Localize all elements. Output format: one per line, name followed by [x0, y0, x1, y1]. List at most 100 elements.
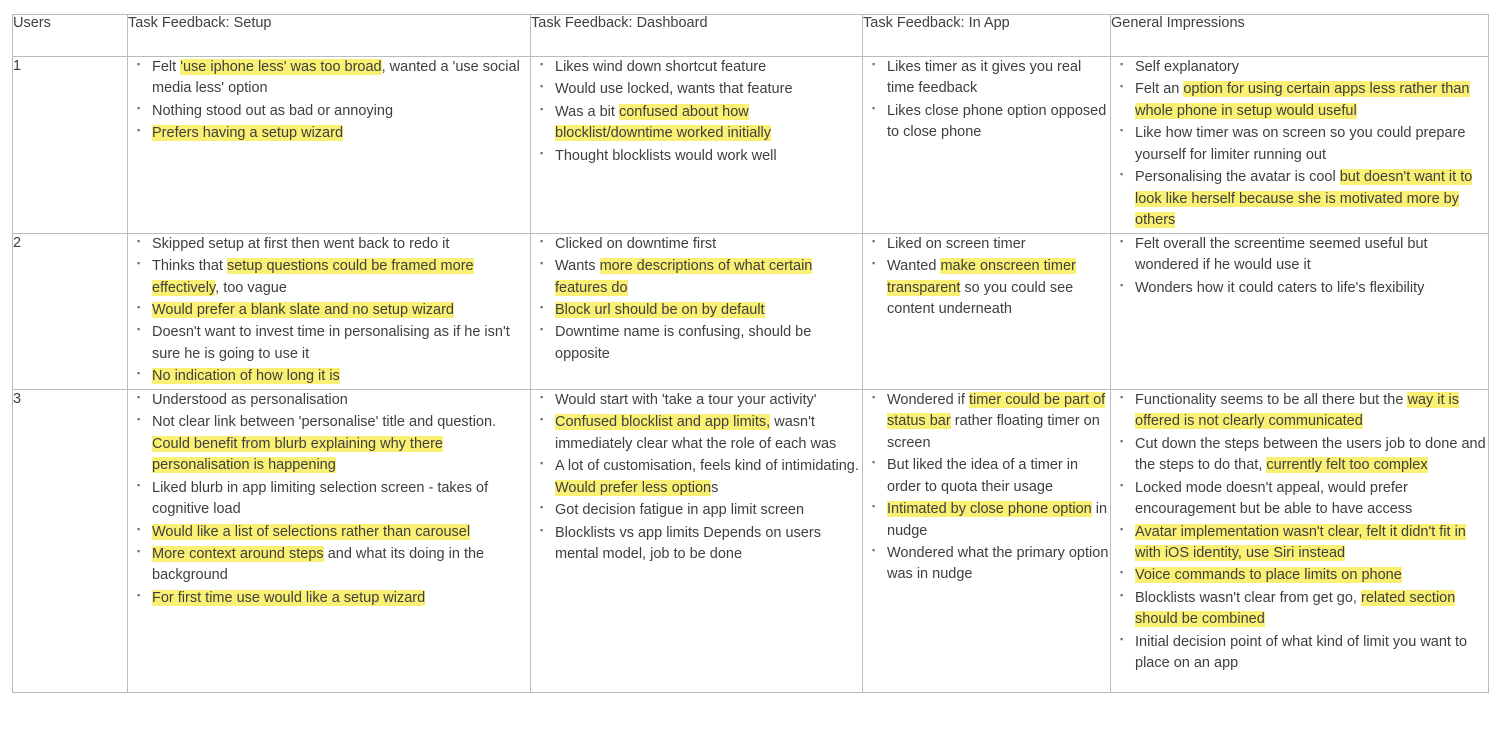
feedback-bullet: Cut down the steps between the users job…: [1120, 433, 1488, 477]
feedback-bullet: More context around steps and what its d…: [137, 543, 530, 587]
highlighted-text: Could benefit from blurb explaining why …: [152, 435, 443, 474]
feedback-list: Functionality seems to be all there but …: [1111, 389, 1488, 675]
feedback-bullet: Wondered what the primary option was in …: [872, 542, 1110, 586]
feedback-bullet: Not clear link between 'personalise' tit…: [137, 411, 530, 476]
feedback-bullet: Avatar implementation wasn't clear, felt…: [1120, 521, 1488, 565]
feedback-bullet: Likes close phone option opposed to clos…: [872, 100, 1110, 144]
feedback-cell-dashboard: Would start with 'take a tour your activ…: [530, 389, 863, 693]
table-header: Users Task Feedback: Setup Task Feedback…: [12, 14, 1489, 57]
feedback-bullet: Downtime name is confusing, should be op…: [540, 321, 862, 365]
feedback-cell-setup: Skipped setup at first then went back to…: [127, 233, 531, 390]
feedback-bullet: Felt an option for using certain apps le…: [1120, 78, 1488, 122]
feedback-bullet: Thought blocklists would work well: [540, 145, 862, 167]
feedback-bullet: Intimated by close phone option in nudge: [872, 498, 1110, 542]
highlighted-text: make onscreen timer transparent: [887, 258, 1076, 296]
feedback-bullet: Liked on screen timer: [872, 233, 1110, 255]
feedback-bullet: Locked mode doesn't appeal, would prefer…: [1120, 477, 1488, 521]
highlighted-text: Confused blocklist and app limits,: [555, 414, 771, 431]
highlighted-text: but doesn't want it to look like herself…: [1135, 169, 1473, 229]
highlighted-text: Would like a list of selections rather t…: [152, 523, 471, 540]
user-number-cell: 3: [12, 388, 128, 693]
feedback-bullet: Likes wind down shortcut feature: [540, 56, 862, 78]
feedback-cell-in-app: Liked on screen timerWanted make onscree…: [862, 233, 1111, 390]
user-feedback-table: Users Task Feedback: Setup Task Feedback…: [12, 14, 1489, 693]
feedback-bullet: Was a bit confused about how blocklist/d…: [540, 101, 862, 145]
table-body: 1Felt 'use iphone less' was too broad, w…: [12, 56, 1489, 693]
highlighted-text: Avatar implementation wasn't clear, felt…: [1135, 523, 1466, 561]
highlighted-text: more descriptions of what certain featur…: [555, 258, 813, 296]
feedback-bullet: Doesn't want to invest time in personali…: [137, 321, 530, 365]
column-header-dashboard: Task Feedback: Dashboard: [530, 14, 863, 57]
feedback-bullet: Voice commands to place limits on phone: [1120, 564, 1488, 586]
highlighted-text: Block url should be on by default: [555, 301, 765, 318]
feedback-bullet: Wonders how it could caters to life's fl…: [1120, 277, 1488, 299]
feedback-bullet: Functionality seems to be all there but …: [1120, 389, 1488, 433]
feedback-bullet: Block url should be on by default: [540, 299, 862, 321]
feedback-list: Would start with 'take a tour your activ…: [531, 389, 862, 566]
highlighted-text: Would prefer less option: [555, 479, 712, 496]
feedback-bullet: Likes timer as it gives you real time fe…: [872, 56, 1110, 100]
feedback-list: Self explanatoryFelt an option for using…: [1111, 56, 1488, 232]
feedback-cell-general-impressions: Felt overall the screentime seemed usefu…: [1110, 232, 1489, 390]
highlighted-text: 'use iphone less' was too broad: [180, 59, 382, 75]
feedback-bullet: Felt 'use iphone less' was too broad, wa…: [137, 56, 530, 100]
feedback-bullet: Confused blocklist and app limits, wasn'…: [540, 411, 862, 455]
table-header-row: Users Task Feedback: Setup Task Feedback…: [12, 14, 1489, 57]
highlighted-text: currently felt too complex: [1266, 457, 1428, 474]
feedback-cell-in-app: Wondered if timer could be part of statu…: [862, 389, 1111, 693]
feedback-bullet: Wants more descriptions of what certain …: [540, 255, 862, 299]
feedback-list: Felt 'use iphone less' was too broad, wa…: [128, 56, 530, 145]
feedback-list: Felt overall the screentime seemed usefu…: [1111, 233, 1488, 299]
feedback-bullet: Nothing stood out as bad or annoying: [137, 100, 530, 122]
feedback-bullet: Would like a list of selections rather t…: [137, 520, 530, 543]
highlighted-text: setup questions could be framed more eff…: [152, 258, 474, 296]
highlighted-text: confused about how blocklist/downtime wo…: [555, 103, 771, 142]
feedback-list: Likes timer as it gives you real time fe…: [863, 56, 1110, 144]
feedback-bullet: Understood as personalisation: [137, 389, 530, 411]
highlighted-text: For first time use would like a setup wi…: [152, 589, 426, 606]
feedback-cell-setup: Felt 'use iphone less' was too broad, wa…: [127, 56, 531, 234]
highlighted-text: More context around steps: [152, 545, 324, 562]
highlighted-text: Intimated by close phone option: [887, 501, 1092, 518]
feedback-bullet: Would use locked, wants that feature: [540, 78, 862, 100]
column-header-users: Users: [12, 14, 128, 57]
highlighted-text: No indication of how long it is: [152, 368, 340, 385]
feedback-bullet: Wondered if timer could be part of statu…: [872, 389, 1110, 454]
feedback-bullet: Wanted make onscreen timer transparent s…: [872, 255, 1110, 320]
user-number-cell: 1: [12, 56, 128, 234]
highlighted-text: related section should be combined: [1135, 589, 1456, 628]
feedback-cell-general-impressions: Functionality seems to be all there but …: [1110, 388, 1489, 693]
feedback-bullet: Got decision fatigue in app limit screen: [540, 499, 862, 521]
feedback-bullet: Blocklists vs app limits Depends on user…: [540, 522, 862, 566]
feedback-cell-general-impressions: Self explanatoryFelt an option for using…: [1110, 56, 1489, 234]
feedback-list: Clicked on downtime firstWants more desc…: [531, 233, 862, 366]
feedback-list: Skipped setup at first then went back to…: [128, 233, 530, 388]
feedback-bullet: Skipped setup at first then went back to…: [137, 233, 530, 255]
highlighted-text: option for using certain apps less rathe…: [1135, 81, 1470, 119]
feedback-bullet: But liked the idea of a timer in order t…: [872, 454, 1110, 498]
feedback-bullet: Personalising the avatar is cool but doe…: [1120, 166, 1488, 231]
table-row: 1Felt 'use iphone less' was too broad, w…: [12, 56, 1489, 234]
highlighted-text: way it is offered is not clearly communi…: [1135, 391, 1460, 430]
highlighted-text: timer could be part of status bar: [887, 391, 1106, 430]
feedback-bullet: Like how timer was on screen so you coul…: [1120, 122, 1488, 166]
user-feedback-table-container: Users Task Feedback: Setup Task Feedback…: [12, 14, 1489, 693]
feedback-bullet: For first time use would like a setup wi…: [137, 587, 530, 609]
feedback-list: Understood as personalisationNot clear l…: [128, 389, 530, 610]
highlighted-text: Prefers having a setup wizard: [152, 125, 344, 142]
feedback-cell-setup: Understood as personalisationNot clear l…: [127, 389, 531, 693]
feedback-bullet: Prefers having a setup wizard: [137, 122, 530, 144]
feedback-bullet: Thinks that setup questions could be fra…: [137, 255, 530, 299]
feedback-list: Likes wind down shortcut featureWould us…: [531, 56, 862, 167]
feedback-bullet: No indication of how long it is: [137, 365, 530, 387]
highlighted-text: Would prefer a blank slate and no setup …: [152, 301, 454, 318]
table-row: 3Understood as personalisationNot clear …: [12, 388, 1489, 693]
feedback-bullet: Clicked on downtime first: [540, 233, 862, 255]
table-row: 2 Skipped setup at first then went back t…: [12, 232, 1489, 390]
feedback-bullet: Self explanatory: [1120, 56, 1488, 78]
column-header-general: General Impressions: [1110, 14, 1489, 57]
feedback-cell-in-app: Likes timer as it gives you real time fe…: [862, 56, 1111, 234]
feedback-bullet: Liked blurb in app limiting selection sc…: [137, 477, 530, 521]
feedback-list: Wondered if timer could be part of statu…: [863, 389, 1110, 586]
feedback-bullet: Felt overall the screentime seemed usefu…: [1120, 233, 1488, 277]
